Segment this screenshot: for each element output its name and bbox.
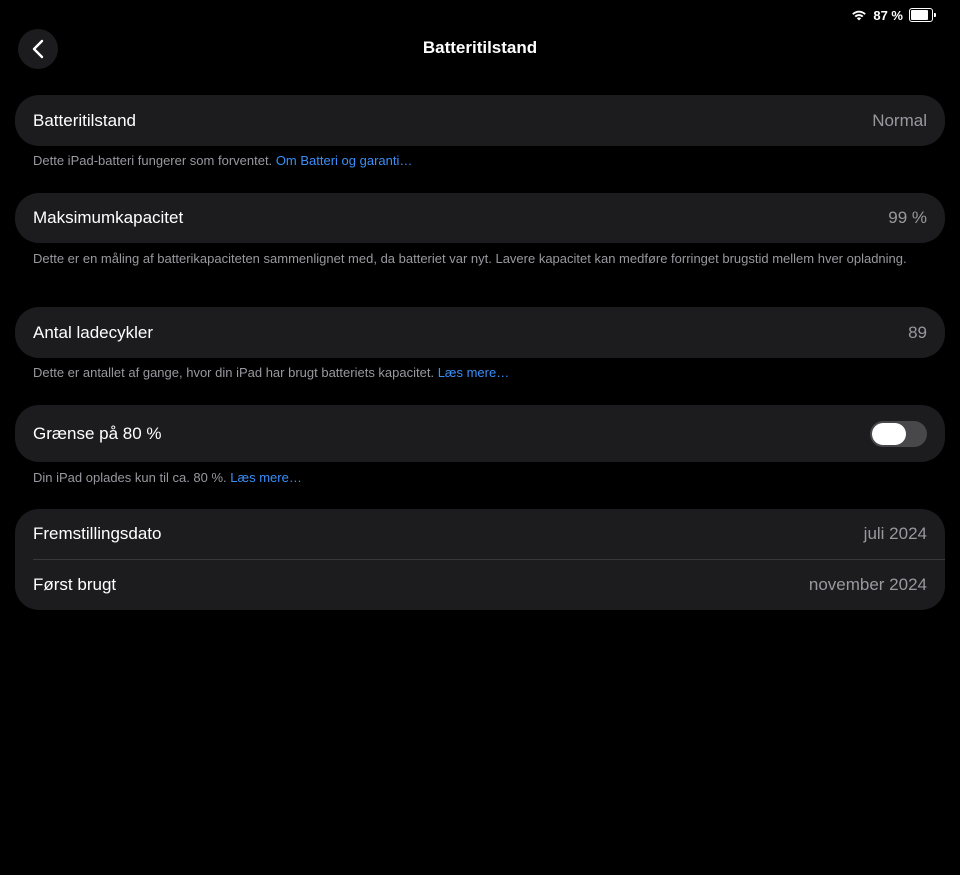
battery-warranty-link[interactable]: Om Batteri og garanti… <box>276 153 413 168</box>
first-use-row: Først brugt november 2024 <box>15 560 945 610</box>
first-use-value: november 2024 <box>808 575 927 594</box>
battery-health-footnote: Dette iPad-batteri fungerer som forvente… <box>33 153 913 169</box>
cycle-count-footnote-text: Dette er antallet af gange, hvor din iPa… <box>33 365 435 380</box>
manufacture-date-label: Fremstillingsdato <box>33 524 162 543</box>
cycle-count-card: Antal ladecykler 89 <box>15 307 945 358</box>
charge-limit-read-more-link[interactable]: Læs mere… <box>230 470 302 485</box>
charge-limit-footnote: Din iPad oplades kun til ca. 80 %. Læs m… <box>33 470 913 486</box>
page-title: Batteritilstand <box>422 38 538 57</box>
charge-limit-card: Grænse på 80 % <box>15 405 945 462</box>
manufacture-date-value: juli 2024 <box>863 524 927 543</box>
battery-percent: 87 % <box>873 7 903 23</box>
cycle-count-footnote: Dette er antallet af gange, hvor din iPa… <box>33 365 913 381</box>
wifi-icon <box>851 9 867 21</box>
battery-health-footnote-text: Dette iPad-batteri fungerer som forvente… <box>33 153 273 168</box>
battery-icon <box>909 8 936 22</box>
battery-health-value: Normal <box>872 110 927 130</box>
battery-health-label: Batteritilstand <box>33 110 136 130</box>
cycle-count-label: Antal ladecykler <box>33 322 154 342</box>
max-capacity-label: Maksimumkapacitet <box>33 208 184 227</box>
cycle-count-row: Antal ladecykler 89 <box>15 307 945 358</box>
charge-limit-toggle[interactable] <box>870 420 927 447</box>
battery-health-card: Batteritilstand Normal <box>15 95 945 146</box>
max-capacity-value: 99 % <box>888 208 927 227</box>
max-capacity-footnote: Dette er en måling af batterikapaciteten… <box>33 251 913 267</box>
manufacture-date-row: Fremstillingsdato juli 2024 <box>15 509 945 559</box>
dates-card: Fremstillingsdato juli 2024 Først brugt … <box>15 509 945 610</box>
first-use-label: Først brugt <box>33 575 117 594</box>
max-capacity-card: Maksimumkapacitet 99 % <box>15 193 945 243</box>
status-bar: 87 % <box>851 6 936 24</box>
max-capacity-row: Maksimumkapacitet 99 % <box>15 193 945 243</box>
charge-limit-label: Grænse på 80 % <box>33 423 162 443</box>
toggle-knob <box>872 422 906 445</box>
charge-limit-row: Grænse på 80 % <box>15 405 945 462</box>
charge-limit-footnote-text: Din iPad oplades kun til ca. 80 %. <box>33 470 227 485</box>
cycle-count-read-more-link[interactable]: Læs mere… <box>438 365 510 380</box>
battery-health-row[interactable]: Batteritilstand Normal <box>15 95 945 146</box>
max-capacity-footnote-text: Dette er en måling af batterikapaciteten… <box>33 251 907 266</box>
cycle-count-value: 89 <box>908 322 927 342</box>
